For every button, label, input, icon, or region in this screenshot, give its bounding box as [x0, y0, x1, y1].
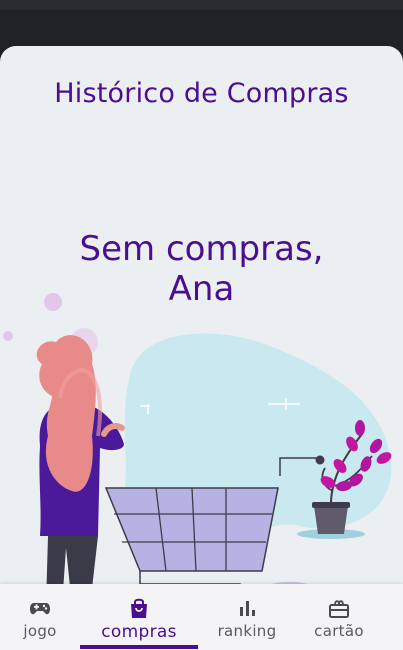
- nav-label: ranking: [217, 622, 277, 640]
- bar-chart-icon: [240, 601, 255, 616]
- bottom-navigation: jogo compras ranking cartão: [0, 584, 403, 650]
- shopping-bag-icon: [131, 598, 147, 618]
- active-tab-indicator: [80, 645, 198, 649]
- empty-state-line: Sem compras,: [79, 229, 324, 269]
- gamepad-icon: [30, 603, 50, 615]
- purchase-history-sheet: Histórico de Compras Sem compras, Ana: [0, 46, 403, 650]
- nav-item-ranking[interactable]: ranking: [207, 584, 287, 650]
- page-title: Histórico de Compras: [54, 78, 349, 109]
- nav-item-cartao[interactable]: cartão: [299, 584, 379, 650]
- card-icon: [329, 600, 349, 618]
- nav-label: compras: [101, 622, 177, 642]
- status-bar: [0, 0, 403, 10]
- empty-cart-illustration: [3, 293, 392, 596]
- nav-item-jogo[interactable]: jogo: [0, 584, 80, 650]
- nav-item-compras[interactable]: compras: [99, 584, 179, 650]
- nav-label: cartão: [314, 622, 364, 640]
- nav-label: jogo: [23, 622, 57, 640]
